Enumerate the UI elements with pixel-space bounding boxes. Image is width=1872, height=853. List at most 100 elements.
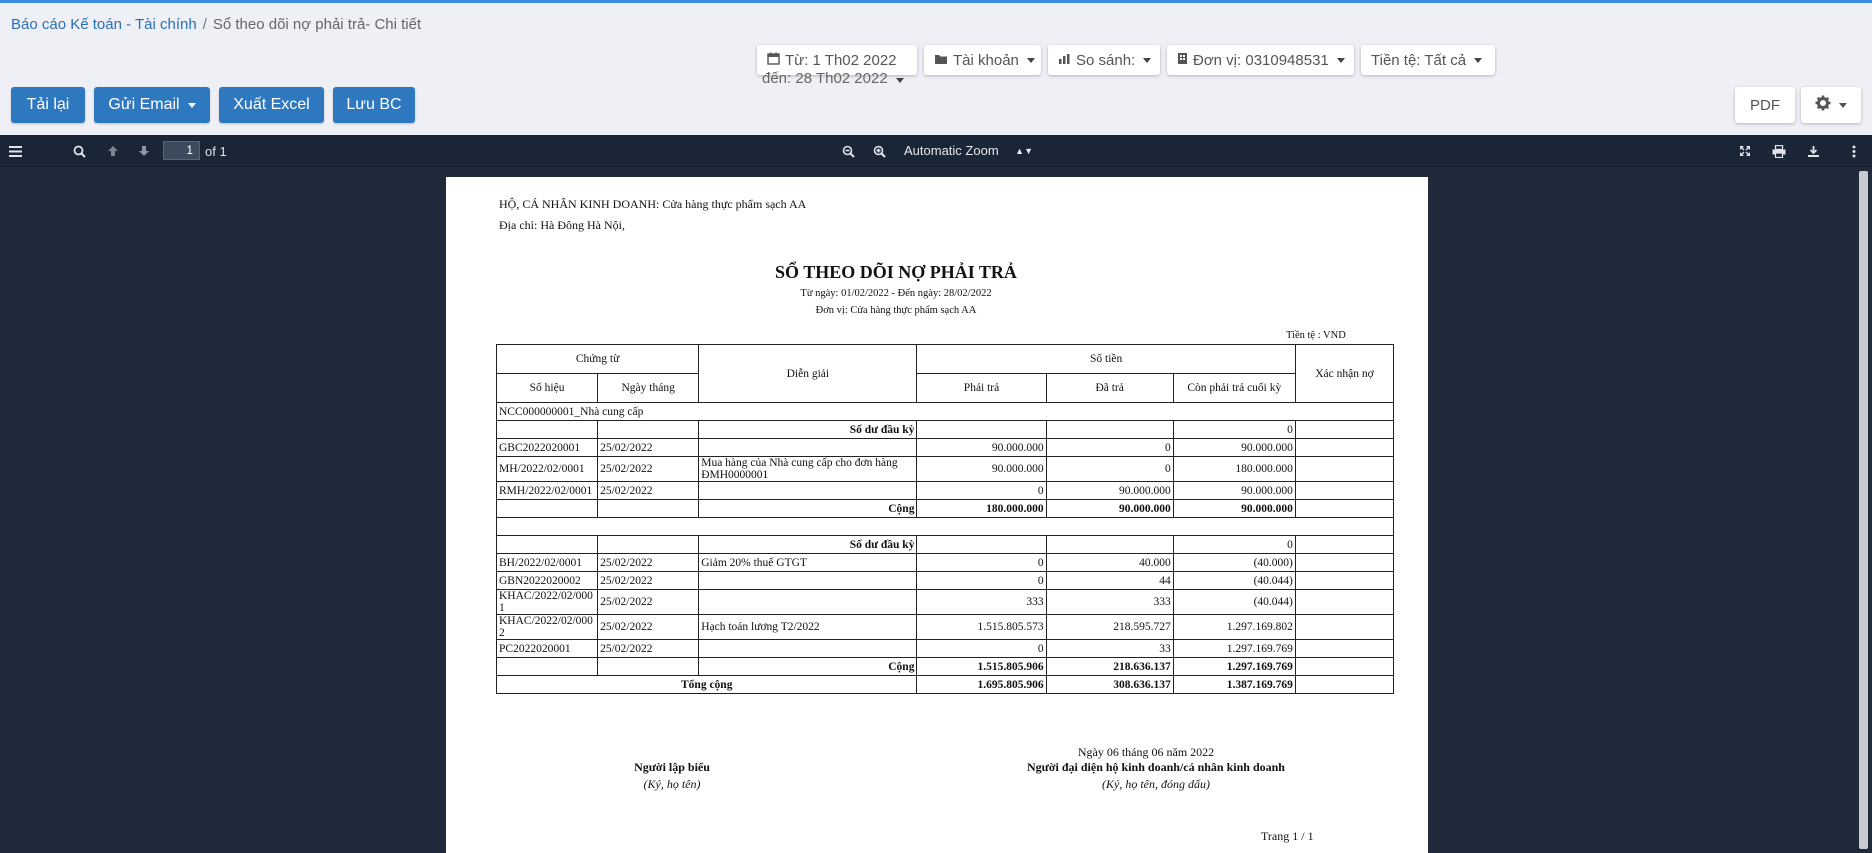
preparer-note: (Ký, họ tên)	[643, 777, 701, 791]
opening-balance-label: Số dư đầu kỳ	[698, 420, 918, 439]
cell-payable: 90.000.000	[916, 438, 1047, 457]
date-to-label: đến: 28 Th02 2022	[762, 70, 888, 87]
cell-voucher-date: 25/02/2022	[597, 589, 700, 615]
page-count-label: of 1	[205, 143, 227, 159]
zoom-select[interactable]: Automatic Zoom ▲▼	[900, 141, 1035, 161]
cell-voucher-no: MH/2022/02/0001	[495, 456, 599, 482]
compare-filter[interactable]: So sánh:	[1048, 45, 1160, 75]
folder-icon	[934, 53, 948, 68]
chevron-down-icon	[1336, 57, 1345, 63]
search-icon[interactable]	[70, 135, 88, 167]
save-report-button[interactable]: Lưu BC	[333, 87, 415, 123]
subtotal-payable: 1.515.805.906	[916, 657, 1047, 676]
cell-payable: 90.000.000	[916, 456, 1047, 482]
opening-balance-label: Số dư đầu kỳ	[698, 535, 918, 554]
report-title: SỔ THEO DÕI NỢ PHẢI TRẢ	[775, 262, 1017, 282]
cell-remaining: 90.000.000	[1172, 438, 1296, 457]
cell-remaining: 180.000.000	[1172, 456, 1296, 482]
cell-voucher-date: 25/02/2022	[597, 553, 700, 572]
representative-note: (Ký, họ tên, đóng dấu)	[1102, 777, 1210, 791]
chevron-down-icon	[187, 102, 196, 108]
chart-icon	[1058, 53, 1071, 68]
viewer-scrollbar[interactable]	[1856, 167, 1872, 853]
business-line: HỘ, CÁ NHÂN KINH DOANH: Cửa hàng thực ph…	[499, 197, 806, 212]
subtotal-row: Cộng 180.000.000 90.000.000 90.000.000	[495, 499, 1395, 518]
select-arrows-icon: ▲▼	[1015, 146, 1033, 156]
representative-title: Người đại diện hộ kinh doanh/cá nhân kin…	[1027, 760, 1285, 774]
cell-voucher-date: 25/02/2022	[597, 438, 700, 457]
cell-payable: 0	[916, 639, 1047, 658]
cell-description: Mua hàng của Nhà cung cấp cho đơn hàng Đ…	[698, 456, 918, 482]
subtotal-remaining: 1.297.169.769	[1172, 657, 1296, 676]
export-excel-button[interactable]: Xuất Excel	[219, 87, 324, 123]
business-label: HỘ, CÁ NHÂN KINH DOANH:	[499, 197, 660, 211]
cell-remaining: (40.044)	[1172, 589, 1296, 615]
settings-dropdown-button[interactable]	[1801, 87, 1861, 123]
date-to-filter[interactable]: đến: 28 Th02 2022	[762, 70, 904, 87]
send-email-label: Gửi Email	[108, 96, 180, 113]
sidebar-toggle-icon[interactable]	[6, 135, 24, 167]
cell-voucher-date: 25/02/2022	[597, 639, 700, 658]
subtotal-remaining: 90.000.000	[1172, 499, 1296, 518]
cell-paid: 44	[1045, 571, 1174, 590]
zoom-in-icon[interactable]	[870, 135, 888, 167]
arrow-up-icon[interactable]	[104, 135, 122, 167]
subtotal-label: Cộng	[698, 657, 918, 676]
cell-voucher-no: KHAC/2022/02/0001	[495, 589, 599, 615]
cell-voucher-date: 25/02/2022	[597, 571, 700, 590]
currency-filter[interactable]: Tiền tệ: Tất cả	[1361, 45, 1495, 75]
zoom-out-icon[interactable]	[839, 135, 857, 167]
cell-voucher-no: KHAC/2022/02/0002	[495, 614, 599, 640]
cell-paid: 90.000.000	[1045, 481, 1174, 500]
cell-payable: 333	[916, 589, 1047, 615]
pdf-button[interactable]: PDF	[1735, 87, 1795, 123]
print-icon[interactable]	[1770, 135, 1788, 167]
reload-button[interactable]: Tải lại	[11, 87, 85, 123]
header-remaining: Còn phải trả cuối kỳ	[1172, 373, 1296, 403]
date-from-label: Từ: 1 Th02 2022	[785, 51, 897, 69]
report-unit: Đơn vị: Cửa hàng thực phẩm sạch AA	[815, 305, 977, 316]
cell-payable: 0	[916, 553, 1047, 572]
table-row: MH/2022/02/0001 25/02/2022 Mua hàng của …	[495, 456, 1395, 482]
cell-voucher-no: RMH/2022/02/0001	[495, 481, 599, 500]
subtotal-row: Cộng 1.515.805.906 218.636.137 1.297.169…	[495, 657, 1395, 676]
cell-voucher-no: PC2022020001	[495, 639, 599, 658]
address-line: Địa chỉ: Hà Đông Hà Nội,	[499, 218, 625, 232]
breadcrumb-separator: /	[202, 16, 207, 33]
cell-description	[698, 438, 918, 457]
header-voucher-date: Ngày tháng	[597, 373, 700, 403]
opening-balance-value: 0	[1172, 535, 1296, 554]
arrow-down-icon[interactable]	[135, 135, 153, 167]
grand-total-paid: 308.636.137	[1045, 675, 1174, 694]
cell-remaining: 1.297.169.769	[1172, 639, 1296, 658]
grand-total-row: Tổng cộng 1.695.805.906 308.636.137 1.38…	[495, 675, 1395, 694]
breadcrumb-current: Sổ theo dõi nợ phải trả- Chi tiết	[212, 16, 422, 33]
scrollbar-thumb[interactable]	[1859, 171, 1868, 849]
fullscreen-icon[interactable]	[1736, 135, 1754, 167]
cell-payable: 1.515.805.573	[916, 614, 1047, 640]
cell-description	[698, 481, 918, 500]
cell-description	[698, 589, 918, 615]
download-icon[interactable]	[1804, 135, 1822, 167]
unit-filter[interactable]: Đơn vị: 0310948531	[1167, 45, 1354, 75]
table-row: GBC2022020001 25/02/2022 90.000.000 0 90…	[495, 438, 1395, 457]
preparer-title: Người lập biểu	[634, 760, 710, 774]
cell-paid: 40.000	[1045, 553, 1174, 572]
breadcrumb-parent-link[interactable]: Báo cáo Kế toán - Tài chính	[11, 16, 197, 33]
account-filter[interactable]: Tài khoản	[924, 45, 1041, 75]
cell-remaining: 1.297.169.802	[1172, 614, 1296, 640]
cell-description: Giảm 20% thuế GTGT	[698, 553, 918, 572]
building-icon	[1177, 52, 1188, 68]
report-page: HỘ, CÁ NHÂN KINH DOANH: Cửa hàng thực ph…	[446, 177, 1428, 853]
send-email-button[interactable]: Gửi Email	[94, 87, 210, 123]
zoom-select-label: Automatic Zoom	[904, 143, 999, 158]
cell-paid: 218.595.727	[1045, 614, 1174, 640]
cell-remaining: (40.000)	[1172, 553, 1296, 572]
report-currency: Tiền tệ : VND	[1286, 330, 1346, 341]
page-number-input[interactable]: 1	[163, 141, 200, 160]
cell-voucher-date: 25/02/2022	[597, 614, 700, 640]
table-row: KHAC/2022/02/0001 25/02/2022 333 333 (40…	[495, 589, 1395, 615]
top-accent-bar	[0, 0, 1872, 3]
more-icon[interactable]	[1845, 135, 1863, 167]
cell-paid: 33	[1045, 639, 1174, 658]
